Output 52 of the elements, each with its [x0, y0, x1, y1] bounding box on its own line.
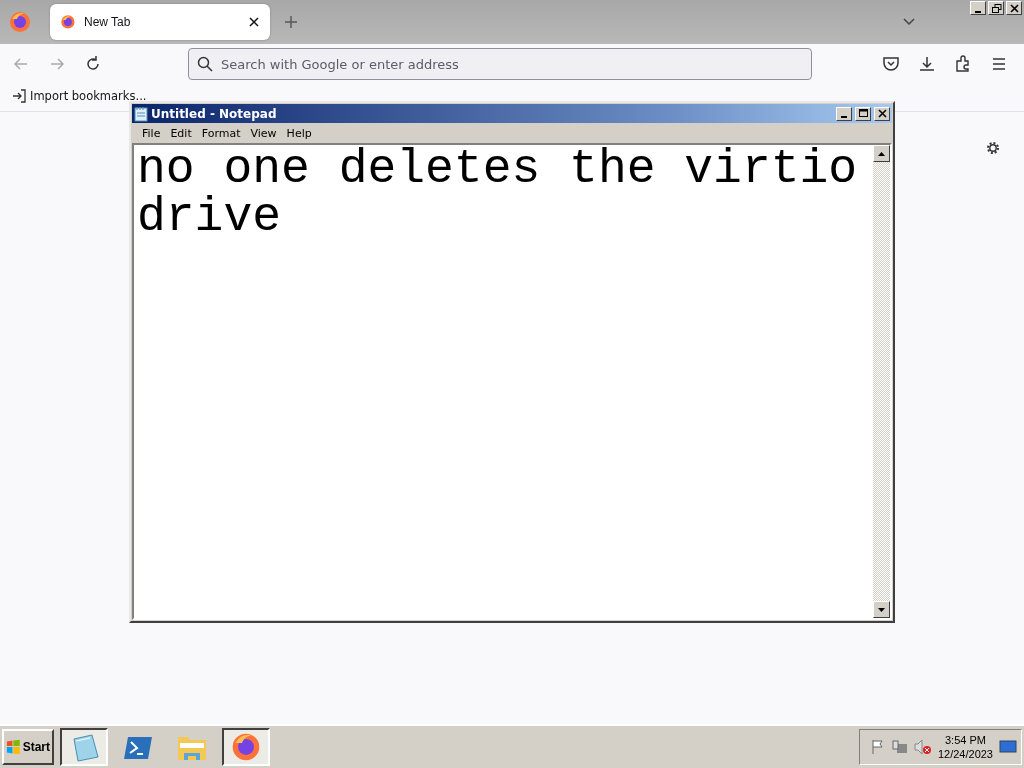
close-icon — [876, 108, 888, 119]
menu-item[interactable]: File — [137, 126, 166, 140]
close-button[interactable] — [1006, 1, 1022, 15]
minimize-button[interactable] — [970, 1, 986, 15]
start-button[interactable]: Start — [2, 729, 54, 765]
clock-date: 12/24/2023 — [937, 747, 993, 761]
maximize-button[interactable] — [855, 106, 871, 121]
restore-button[interactable] — [988, 1, 1004, 15]
menu-item[interactable]: Edit — [165, 126, 197, 140]
text-area[interactable]: no one deletes the virtio drive — [132, 143, 892, 620]
maximize-icon — [857, 108, 869, 119]
minimize-icon — [841, 116, 847, 118]
pocket-icon[interactable] — [882, 55, 900, 73]
firefox-icon[interactable] — [8, 10, 32, 34]
puzzle-icon[interactable] — [954, 55, 972, 73]
notepad-icon — [134, 105, 148, 122]
scroll-down-button[interactable] — [873, 601, 890, 618]
taskbar-button[interactable] — [222, 728, 270, 766]
taskbar-button[interactable] — [60, 728, 108, 766]
close-button[interactable] — [874, 106, 890, 121]
reload-icon[interactable] — [84, 55, 102, 73]
firefox-icon — [230, 731, 262, 763]
minimize-button[interactable] — [836, 106, 852, 121]
search-icon — [197, 56, 213, 72]
download-icon[interactable] — [918, 55, 936, 73]
firefox-icon — [60, 14, 76, 30]
desktop-icon[interactable] — [999, 739, 1017, 755]
window-title: Untitled - Notepad — [151, 106, 278, 121]
menu-icon[interactable] — [990, 55, 1008, 73]
minimize-icon — [975, 10, 981, 13]
close-icon — [1008, 2, 1020, 14]
scroll-up-button[interactable] — [873, 145, 890, 162]
flag-icon[interactable] — [869, 739, 886, 755]
up-arrow-icon — [878, 151, 885, 156]
network-icon[interactable] — [891, 739, 908, 755]
menu-item[interactable]: View — [245, 126, 282, 140]
speaker-muted-icon[interactable] — [913, 739, 932, 755]
settings-icon[interactable] — [985, 140, 1001, 156]
clock-time: 3:54 PM — [945, 733, 986, 747]
document-text: no one deletes the virtio drive — [136, 145, 859, 246]
new-tab-icon[interactable] — [284, 15, 298, 29]
close-icon[interactable] — [248, 16, 260, 28]
down-arrow-icon — [878, 607, 885, 612]
menu-item[interactable]: Help — [281, 126, 317, 140]
restore-icon — [990, 2, 1002, 14]
bookmark[interactable]: Import bookmarks... — [12, 89, 147, 103]
tab[interactable]: New Tab — [50, 4, 270, 40]
scrollbar[interactable] — [873, 145, 890, 618]
windows-logo-icon — [6, 739, 21, 755]
import-icon — [12, 89, 26, 103]
address-field[interactable]: Search with Google or enter address — [188, 48, 812, 80]
menu-item[interactable]: Format — [196, 126, 246, 140]
